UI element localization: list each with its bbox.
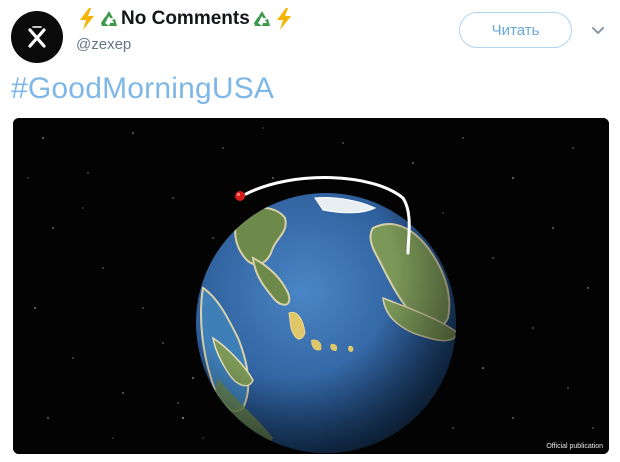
chevron-down-icon[interactable] <box>590 22 606 38</box>
red-marker <box>235 191 245 201</box>
user-handle[interactable]: @zexep <box>76 36 131 53</box>
hashtag-link[interactable]: #GoodMorningUSA <box>11 72 274 106</box>
lightning-icon <box>76 8 98 30</box>
recycling-icon <box>251 8 273 30</box>
recycling-icon <box>98 8 120 30</box>
avatar[interactable] <box>11 11 63 63</box>
globe-image <box>13 118 609 454</box>
lightning-icon <box>273 8 295 30</box>
media-watermark: Official publication <box>546 443 603 450</box>
x-logo-icon <box>28 26 46 48</box>
display-name[interactable]: No Comments <box>76 8 295 30</box>
display-name-text: No Comments <box>121 8 250 29</box>
follow-button[interactable]: Читать <box>459 12 572 48</box>
tweet-media[interactable]: Official publication <box>13 118 609 454</box>
tweet-card: No Comments @zexep Читать #GoodMorningUS… <box>0 0 620 462</box>
